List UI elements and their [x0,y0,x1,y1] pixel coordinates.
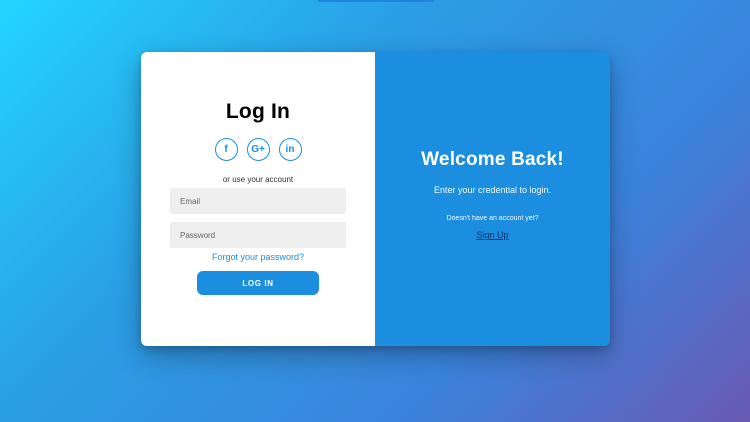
signup-link[interactable]: Sign Up [375,230,610,240]
auth-card: Log In f G+ in or use your account Forgo… [141,52,610,346]
top-accent-line [318,0,434,2]
facebook-icon: f [224,144,228,155]
linkedin-icon: in [285,144,295,155]
linkedin-button[interactable]: in [278,138,302,161]
login-panel: Log In f G+ in or use your account Forgo… [141,52,375,346]
google-plus-button[interactable]: G+ [246,138,270,161]
email-input[interactable] [170,188,346,214]
login-button[interactable]: LOG IN [197,271,319,295]
no-account-text: Doesn't have an account yet? [446,215,539,222]
welcome-panel: Welcome Back! Enter your credential to l… [375,52,610,346]
alternate-login-text: or use your account [222,175,294,184]
facebook-button[interactable]: f [214,138,238,161]
welcome-title: Welcome Back! [421,149,564,170]
google-plus-icon: G+ [251,144,265,155]
forgot-password-link[interactable]: Forgot your password? [141,252,375,262]
welcome-subtitle: Enter your credential to login. [433,185,552,195]
password-input[interactable] [170,222,346,248]
login-title: Log In [225,100,291,123]
social-login-row: f G+ in [141,138,375,161]
